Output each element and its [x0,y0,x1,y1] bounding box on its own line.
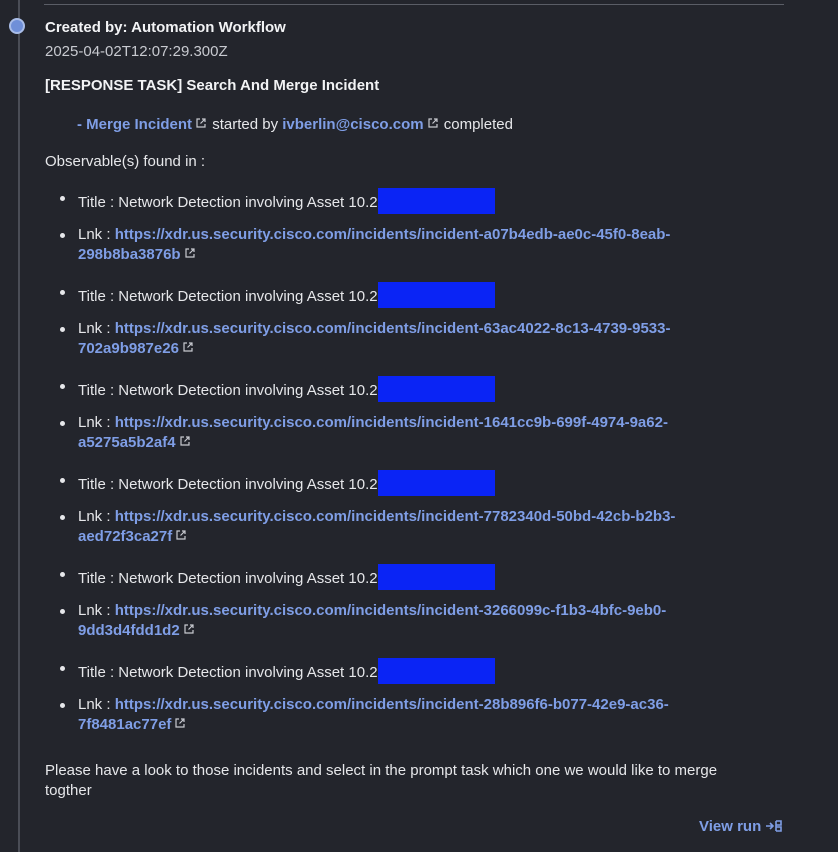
incident-link-label: Lnk : [78,602,115,619]
incident-link-item: Lnk : https://xdr.us.security.cisco.com/… [45,225,785,265]
timeline-dot-icon [9,18,25,34]
incident-url-part-2: 298b8ba3876b [78,246,181,263]
created-by-label: Created by: Automation Workflow [45,19,286,36]
view-run-label: View run [699,818,762,835]
incident-url-part-2: 9dd3d4fdd1d2 [78,622,180,639]
redaction-block [377,282,495,308]
incident-url-link[interactable]: https://xdr.us.security.cisco.com/incide… [78,226,670,263]
merge-incident-link[interactable]: Merge Incident [86,116,192,133]
incident-link-label: Lnk : [78,508,115,525]
incident-link-label: Lnk : [78,414,115,431]
view-run-button[interactable]: View run [699,818,783,835]
run-arrow-icon [765,819,783,833]
incident-title-item: Title : Network Detection involving Asse… [45,658,785,684]
completed-text: completed [439,116,513,133]
incident-title-item: Title : Network Detection involving Asse… [45,376,785,402]
started-by-text: started by [208,116,283,133]
external-link-icon[interactable] [196,118,206,128]
incident-url-part-2: 7f8481ac77ef [78,716,172,733]
external-link-icon[interactable] [175,718,186,728]
incident-title-text: Title : Network Detection involving Asse… [78,664,378,681]
incident-url-link[interactable]: https://xdr.us.security.cisco.com/incide… [78,602,666,639]
observables-heading: Observable(s) found in : [45,153,206,170]
top-divider [44,4,784,5]
incident-title-item: Title : Network Detection involving Asse… [45,564,785,590]
timeline-line [18,0,20,852]
task-title: [RESPONSE TASK] Search And Merge Inciden… [45,77,380,94]
merge-incident-dash: - [77,116,87,133]
incident-title-item: Title : Network Detection involving Asse… [45,282,785,308]
external-link-icon[interactable] [427,118,438,128]
incident-title-text: Title : Network Detection involving Asse… [78,288,378,305]
incident-url-part-1: https://xdr.us.security.cisco.com/incide… [114,226,671,243]
external-link-icon[interactable] [179,436,190,446]
redaction-block [377,658,495,684]
incident-title-text: Title : Network Detection involving Asse… [78,476,378,493]
incident-link-item: Lnk : https://xdr.us.security.cisco.com/… [45,413,785,453]
incident-url-part-1: https://xdr.us.security.cisco.com/incide… [114,508,676,525]
incident-url-link[interactable]: https://xdr.us.security.cisco.com/incide… [78,320,671,357]
incident-title-item: Title : Network Detection involving Asse… [45,470,785,496]
incident-title-item: Title : Network Detection involving Asse… [45,188,785,214]
entry-timestamp: 2025-04-02T12:07:29.300Z [45,43,228,60]
incident-title-text: Title : Network Detection involving Asse… [78,194,378,211]
incident-url-link[interactable]: https://xdr.us.security.cisco.com/incide… [78,696,669,733]
instruction-message: Please have a look to those incidents an… [45,762,718,799]
redaction-block [377,376,495,402]
incident-url-part-2: a5275a5b2af4 [78,434,176,451]
redaction-block [377,564,495,590]
incident-link-label: Lnk : [78,696,115,713]
external-link-icon[interactable] [184,624,194,634]
external-link-icon[interactable] [176,530,186,540]
incident-title-text: Title : Network Detection involving Asse… [78,382,378,399]
external-link-icon[interactable] [184,248,195,258]
incident-url-part-2: aed72f3ca27f [78,528,173,545]
incident-url-part-1: https://xdr.us.security.cisco.com/incide… [114,696,669,713]
redaction-block [377,188,495,214]
incident-link-item: Lnk : https://xdr.us.security.cisco.com/… [45,601,785,641]
incident-url-part-1: https://xdr.us.security.cisco.com/incide… [114,414,668,431]
incident-url-part-1: https://xdr.us.security.cisco.com/incide… [114,602,667,619]
incident-link-item: Lnk : https://xdr.us.security.cisco.com/… [45,507,785,547]
incident-link-label: Lnk : [78,320,115,337]
user-email-link[interactable]: ivberlin@cisco.com [282,116,423,133]
incident-url-link[interactable]: https://xdr.us.security.cisco.com/incide… [78,414,668,451]
external-link-icon[interactable] [183,342,193,352]
incident-url-part-2: 702a9b987e26 [78,340,179,357]
merge-incident-prefix: - [77,116,86,133]
incident-title-text: Title : Network Detection involving Asse… [78,570,378,587]
incident-url-part-1: https://xdr.us.security.cisco.com/incide… [114,320,671,337]
incident-list: Title : Network Detection involving Asse… [45,178,785,735]
incident-link-label: Lnk : [78,226,115,243]
incident-link-item: Lnk : https://xdr.us.security.cisco.com/… [45,319,785,359]
incident-url-link[interactable]: https://xdr.us.security.cisco.com/incide… [78,508,675,545]
incident-link-item: Lnk : https://xdr.us.security.cisco.com/… [45,695,785,735]
redaction-block [377,470,495,496]
merge-status-line: - Merge Incident started by ivberlin@cis… [77,116,513,133]
